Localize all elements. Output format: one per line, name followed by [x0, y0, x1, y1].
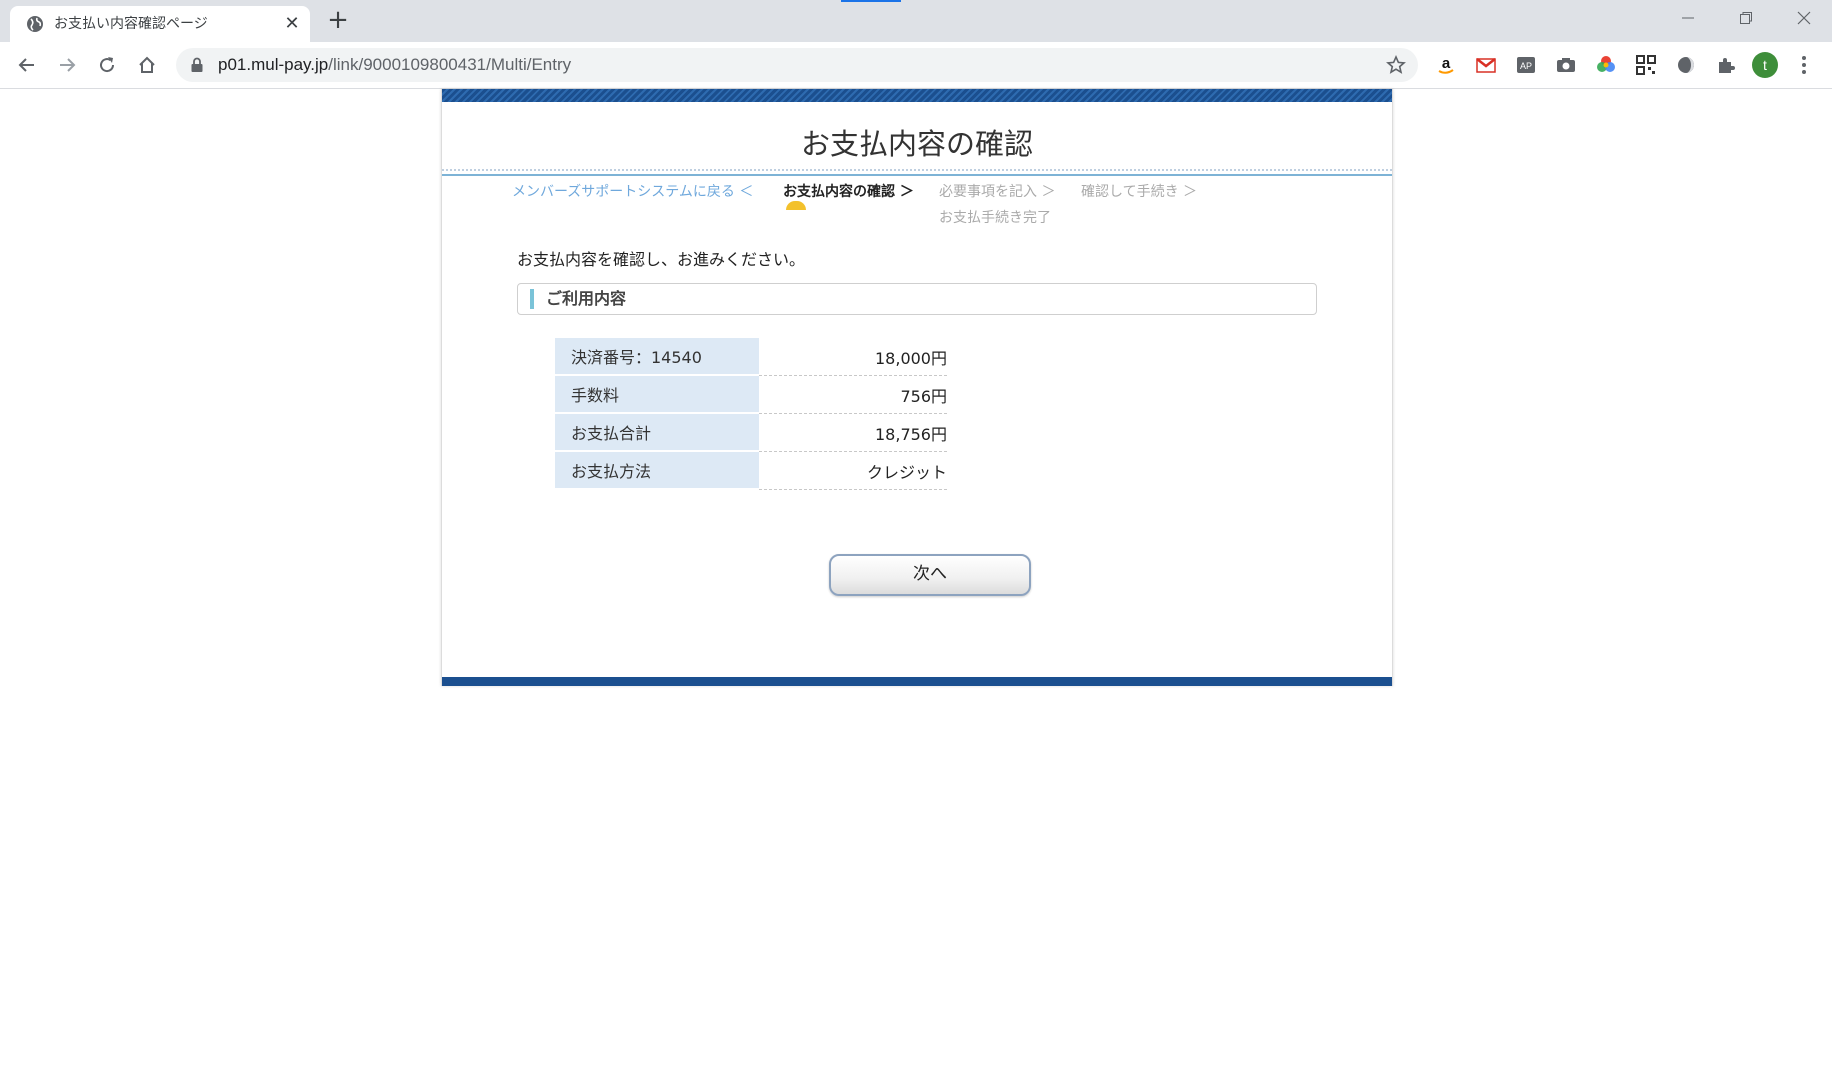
lock-icon [190, 57, 204, 77]
step-confirm-procedure: 確認して手続き ＞ [1081, 184, 1198, 200]
row-value: 756円 [759, 376, 947, 414]
usage-details-table: 決済番号：14540 18,000円 手数料 756円 お支払合計 18,756… [555, 338, 947, 490]
url-text: p01.mul-pay.jp/link/9000109800431/Multi/… [218, 48, 571, 82]
row-value: 18,756円 [759, 414, 947, 452]
title-divider-solid [442, 174, 1392, 176]
chrome-menu-icon[interactable] [1794, 53, 1814, 81]
svg-text:a: a [1442, 55, 1451, 72]
arrow-right-icon [60, 58, 76, 72]
back-button[interactable] [13, 51, 41, 79]
bookmark-star-icon[interactable] [1386, 55, 1406, 79]
color-picker-extension-icon[interactable] [1594, 53, 1618, 77]
row-label: 手数料 [555, 376, 759, 414]
restore-button[interactable] [1718, 0, 1774, 38]
row-value: クレジット [759, 452, 947, 490]
browser-tab-active[interactable]: お支払い内容確認ページ ✕ [10, 6, 310, 42]
section-title: ご利用内容 [546, 289, 627, 308]
home-icon [139, 56, 155, 73]
table-row: 手数料 756円 [555, 376, 947, 414]
amazon-extension-icon[interactable]: a [1434, 53, 1458, 77]
tab-strip: お支払い内容確認ページ ✕ + [0, 0, 1832, 42]
footer-stripe [442, 677, 1392, 686]
title-divider-dotted [442, 169, 1392, 171]
svg-text:AP: AP [1520, 61, 1532, 71]
restore-icon [1740, 12, 1752, 24]
url-path: /link/9000109800431/Multi/Entry [328, 55, 572, 74]
minimize-button[interactable] [1660, 0, 1716, 38]
row-value: 18,000円 [759, 338, 947, 376]
dark-mode-extension-icon[interactable] [1674, 53, 1698, 77]
row-label: 決済番号：14540 [555, 338, 759, 376]
next-button[interactable]: 次へ [829, 554, 1031, 596]
section-accent-bar [530, 289, 534, 309]
home-button[interactable] [133, 51, 161, 79]
step-payment-complete: お支払手続き完了 [939, 210, 1051, 226]
table-row: お支払方法 クレジット [555, 452, 947, 490]
usage-section-header: ご利用内容 [517, 283, 1317, 315]
step-current: お支払内容の確認 ＞ [783, 184, 914, 200]
header-stripe [442, 89, 1392, 102]
close-icon [1797, 11, 1811, 25]
globe-icon [25, 14, 45, 34]
profile-avatar[interactable]: t [1752, 52, 1778, 78]
url-host: p01.mul-pay.jp [218, 55, 329, 74]
gmail-extension-icon[interactable] [1474, 53, 1498, 77]
new-tab-button[interactable]: + [326, 7, 350, 33]
puzzle-extensions-icon[interactable] [1714, 53, 1738, 77]
close-window-button[interactable] [1776, 0, 1832, 38]
tab-title: お支払い内容確認ページ [54, 16, 208, 32]
ap-extension-icon[interactable]: AP [1514, 53, 1538, 77]
reload-icon [100, 57, 115, 73]
forward-button[interactable] [53, 51, 81, 79]
close-tab-icon[interactable]: ✕ [282, 14, 302, 34]
page-title: お支払内容の確認 [800, 127, 1033, 161]
browser-toolbar: p01.mul-pay.jp/link/9000109800431/Multi/… [0, 42, 1832, 89]
back-to-member-support-link[interactable]: メンバーズサポートシステムに戻る ＜ [512, 181, 753, 201]
row-label: お支払合計 [555, 414, 759, 452]
minimize-icon [1682, 17, 1694, 19]
address-bar[interactable]: p01.mul-pay.jp/link/9000109800431/Multi/… [176, 48, 1418, 82]
reload-button[interactable] [93, 51, 121, 79]
step-enter-details: 必要事項を記入 ＞ [939, 184, 1056, 200]
camera-extension-icon[interactable] [1554, 53, 1578, 77]
intro-text: お支払内容を確認し、お進みください。 [517, 250, 806, 269]
tab-strip-indicator [841, 0, 901, 2]
current-step-marker [786, 201, 806, 210]
qr-code-extension-icon[interactable] [1634, 53, 1658, 77]
row-label: お支払方法 [555, 452, 759, 490]
arrow-left-icon [18, 58, 34, 72]
progress-steps: メンバーズサポートシステムに戻る ＜ お支払内容の確認 ＞ 必要事項を記入 ＞ … [442, 181, 1392, 241]
payment-confirm-panel: お支払内容の確認 メンバーズサポートシステムに戻る ＜ お支払内容の確認 ＞ 必… [441, 89, 1393, 686]
table-row: 決済番号：14540 18,000円 [555, 338, 947, 376]
table-row: お支払合計 18,756円 [555, 414, 947, 452]
